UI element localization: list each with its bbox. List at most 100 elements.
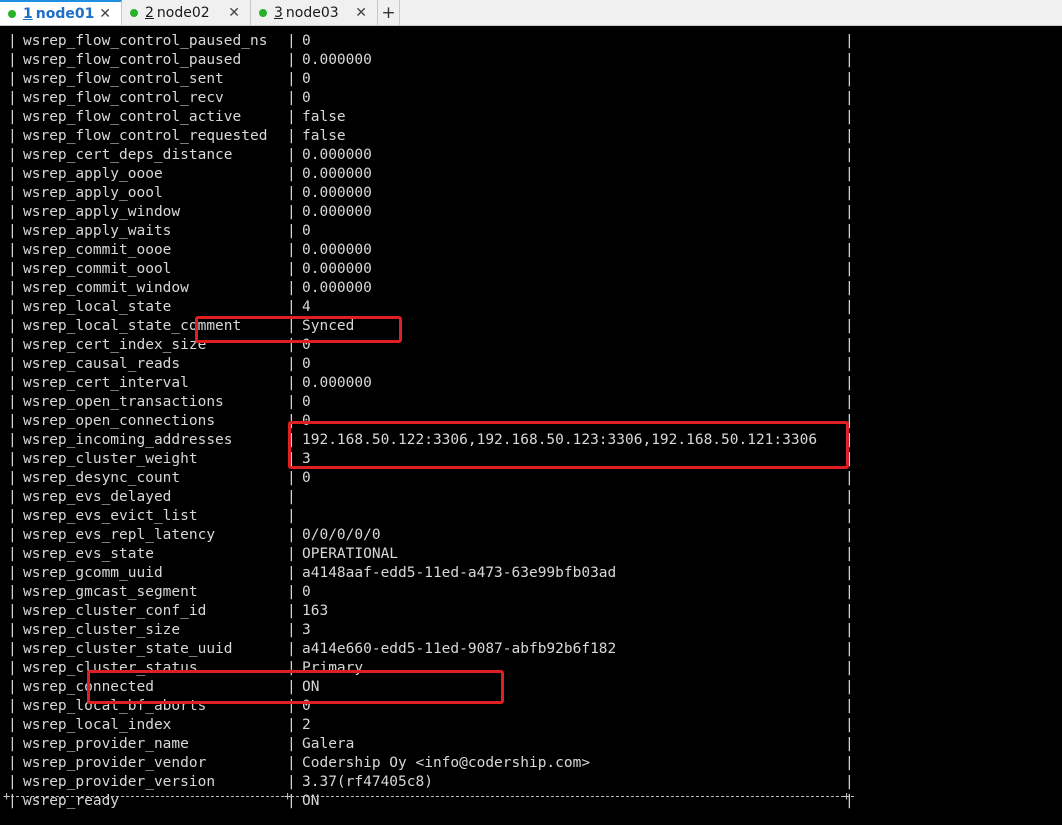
column-separator: | xyxy=(287,641,296,657)
column-separator: | xyxy=(287,451,296,467)
column-separator: | xyxy=(845,33,854,49)
variable-value: Primary xyxy=(302,660,364,676)
column-separator: | xyxy=(287,546,296,562)
column-separator: | xyxy=(8,33,17,49)
variable-value: 0 xyxy=(302,584,311,600)
column-separator: | xyxy=(8,679,17,695)
column-separator: | xyxy=(845,717,854,733)
variable-value: 192.168.50.122:3306,192.168.50.123:3306,… xyxy=(302,432,818,448)
tab-node02[interactable]: 2 node02 ✕ xyxy=(122,0,251,25)
status-row: | wsrep_apply_window | 0.000000 | xyxy=(0,203,1062,222)
status-row: | wsrep_apply_waits | 0 | xyxy=(0,222,1062,241)
column-separator: | xyxy=(845,109,854,125)
variable-value: 0 xyxy=(302,356,311,372)
variable-name: wsrep_apply_oooe xyxy=(23,166,163,182)
tab-node03[interactable]: 3 node03 ✕ xyxy=(251,0,378,25)
column-separator: | xyxy=(8,413,17,429)
column-separator: | xyxy=(8,755,17,771)
add-tab-button[interactable]: + xyxy=(378,0,400,25)
column-separator: | xyxy=(287,52,296,68)
variable-name: wsrep_flow_control_recv xyxy=(23,90,224,106)
column-separator: | xyxy=(845,451,854,467)
variable-value: 0 xyxy=(302,71,311,87)
variable-name: wsrep_cluster_conf_id xyxy=(23,603,207,619)
status-dot-icon xyxy=(259,8,267,17)
column-separator: | xyxy=(8,698,17,714)
status-row: | wsrep_commit_window | 0.000000 | xyxy=(0,279,1062,298)
column-separator: | xyxy=(8,546,17,562)
column-separator: | xyxy=(8,109,17,125)
column-separator: | xyxy=(287,717,296,733)
status-row: | wsrep_provider_version | 3.37(rf47405c8) | xyxy=(0,773,1062,792)
status-row: | wsrep_apply_oooe | 0.000000 | xyxy=(0,165,1062,184)
column-separator: | xyxy=(8,394,17,410)
close-icon[interactable]: ✕ xyxy=(99,6,111,22)
variable-value: 0 xyxy=(302,394,311,410)
column-separator: | xyxy=(287,432,296,448)
status-row: | wsrep_cluster_status | Primary | xyxy=(0,659,1062,678)
column-separator: | xyxy=(287,470,296,486)
tab-node01[interactable]: 1 node01 ✕ xyxy=(0,0,122,25)
column-separator: | xyxy=(8,622,17,638)
column-separator: | xyxy=(8,451,17,467)
variable-name: wsrep_local_bf_aborts xyxy=(23,698,207,714)
column-separator: | xyxy=(845,147,854,163)
column-separator: | xyxy=(845,356,854,372)
variable-value: ON xyxy=(302,679,320,695)
column-separator: | xyxy=(287,166,296,182)
status-row: | wsrep_cert_index_size | 0 | xyxy=(0,336,1062,355)
variable-name: wsrep_causal_reads xyxy=(23,356,181,372)
column-separator: | xyxy=(287,204,296,220)
variable-name: wsrep_provider_version xyxy=(23,774,216,790)
status-row: | wsrep_open_connections | 0 | xyxy=(0,412,1062,431)
column-separator: | xyxy=(287,698,296,714)
session-tab-bar: 1 node01 ✕ 2 node02 ✕ 3 node03 ✕ + xyxy=(0,0,1062,26)
close-icon[interactable]: ✕ xyxy=(355,5,367,21)
column-separator: | xyxy=(287,527,296,543)
column-separator: | xyxy=(287,679,296,695)
column-separator: | xyxy=(845,755,854,771)
variable-value: 163 xyxy=(302,603,329,619)
variable-name: wsrep_desync_count xyxy=(23,470,181,486)
status-row: | wsrep_local_index | 2 | xyxy=(0,716,1062,735)
variable-value: 0.000000 xyxy=(302,280,372,296)
variable-name: wsrep_open_connections xyxy=(23,413,216,429)
status-row: | wsrep_flow_control_requested | false | xyxy=(0,127,1062,146)
variable-name: wsrep_local_index xyxy=(23,717,172,733)
variable-name: wsrep_flow_control_paused xyxy=(23,52,242,68)
column-separator: | xyxy=(845,432,854,448)
column-separator: | xyxy=(287,584,296,600)
terminal-output[interactable]: | wsrep_flow_control_paused_ns | 0 | | wsrep_f… xyxy=(0,26,1062,825)
column-separator: | xyxy=(8,185,17,201)
column-separator: | xyxy=(287,147,296,163)
column-separator: | xyxy=(8,147,17,163)
close-icon[interactable]: ✕ xyxy=(228,5,240,21)
variable-name: wsrep_cert_index_size xyxy=(23,337,207,353)
variable-name: wsrep_local_state xyxy=(23,299,172,315)
column-separator: | xyxy=(8,470,17,486)
column-separator: | xyxy=(8,261,17,277)
column-separator: | xyxy=(845,603,854,619)
status-row: | wsrep_provider_name | Galera | xyxy=(0,735,1062,754)
variable-name: wsrep_cert_deps_distance xyxy=(23,147,233,163)
tab-label: node03 xyxy=(285,4,339,21)
variable-value: 0.000000 xyxy=(302,147,372,163)
status-row: | wsrep_evs_repl_latency | 0/0/0/0/0 | xyxy=(0,526,1062,545)
status-row: | wsrep_incoming_addresses | 192.168.50.122… xyxy=(0,431,1062,450)
status-row: | wsrep_cluster_state_uuid | a414e660-edd5-… xyxy=(0,640,1062,659)
variable-name: wsrep_gcomm_uuid xyxy=(23,565,163,581)
variable-value: 2 xyxy=(302,717,311,733)
variable-name: wsrep_cluster_weight xyxy=(23,451,198,467)
variable-name: wsrep_connected xyxy=(23,679,154,695)
column-separator: | xyxy=(845,641,854,657)
variable-value: false xyxy=(302,109,346,125)
variable-value: OPERATIONAL xyxy=(302,546,399,562)
column-separator: | xyxy=(8,280,17,296)
variable-value: a414e660-edd5-11ed-9087-abfb92b6f182 xyxy=(302,641,617,657)
tab-label: node02 xyxy=(156,4,210,21)
column-separator: | xyxy=(845,698,854,714)
column-separator: | xyxy=(845,337,854,353)
column-separator: | xyxy=(845,261,854,277)
column-separator: | xyxy=(845,489,854,505)
variable-name: wsrep_flow_control_active xyxy=(23,109,242,125)
